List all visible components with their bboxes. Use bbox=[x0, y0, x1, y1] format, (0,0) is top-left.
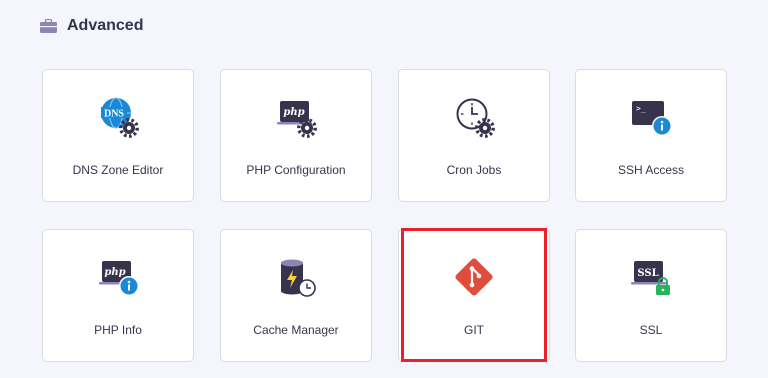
terminal-prompt-text: >_ bbox=[636, 104, 646, 113]
ssl-icon-text: SSL bbox=[637, 268, 658, 279]
git-icon bbox=[452, 255, 496, 299]
briefcase-icon bbox=[40, 19, 57, 33]
terminal-info-icon: >_ bbox=[629, 95, 673, 139]
tool-label: PHP Info bbox=[94, 323, 142, 337]
tool-card-cache-manager[interactable]: Cache Manager bbox=[220, 229, 372, 362]
tool-label: Cache Manager bbox=[253, 323, 339, 337]
tool-label: GIT bbox=[464, 323, 484, 337]
tool-label: SSH Access bbox=[617, 163, 685, 177]
advanced-tools-grid: DNS DNS Zone Editor php PHP Configuratio… bbox=[42, 69, 728, 363]
tool-label: DNS Zone Editor bbox=[72, 163, 164, 177]
dns-gear-icon: DNS bbox=[96, 95, 140, 139]
ssl-lock-icon: SSL bbox=[629, 255, 673, 299]
tool-label: SSL bbox=[639, 323, 663, 337]
tool-card-php-info[interactable]: php PHP Info bbox=[42, 229, 194, 362]
php-icon-text: php bbox=[283, 107, 304, 118]
tool-card-ssh-access[interactable]: >_ SSH Access bbox=[575, 69, 727, 202]
tool-card-git[interactable]: GIT bbox=[398, 229, 550, 362]
tool-label: Cron Jobs bbox=[446, 163, 502, 177]
dns-icon-text: DNS bbox=[104, 109, 124, 120]
php-icon-text: php bbox=[104, 267, 125, 278]
tool-card-php-configuration[interactable]: php PHP Configuration bbox=[220, 69, 372, 202]
tool-label: PHP Configuration bbox=[246, 163, 346, 177]
tool-card-ssl[interactable]: SSL SSL bbox=[575, 229, 727, 362]
php-gear-icon: php bbox=[274, 95, 318, 139]
tool-card-cron-jobs[interactable]: Cron Jobs bbox=[398, 69, 550, 202]
php-info-icon: php bbox=[96, 255, 140, 299]
advanced-section-header: Advanced bbox=[40, 16, 143, 36]
clock-gear-icon bbox=[452, 95, 496, 139]
section-title: Advanced bbox=[67, 17, 144, 34]
tool-card-dns-zone-editor[interactable]: DNS DNS Zone Editor bbox=[42, 69, 194, 202]
cache-clock-icon bbox=[274, 255, 318, 299]
